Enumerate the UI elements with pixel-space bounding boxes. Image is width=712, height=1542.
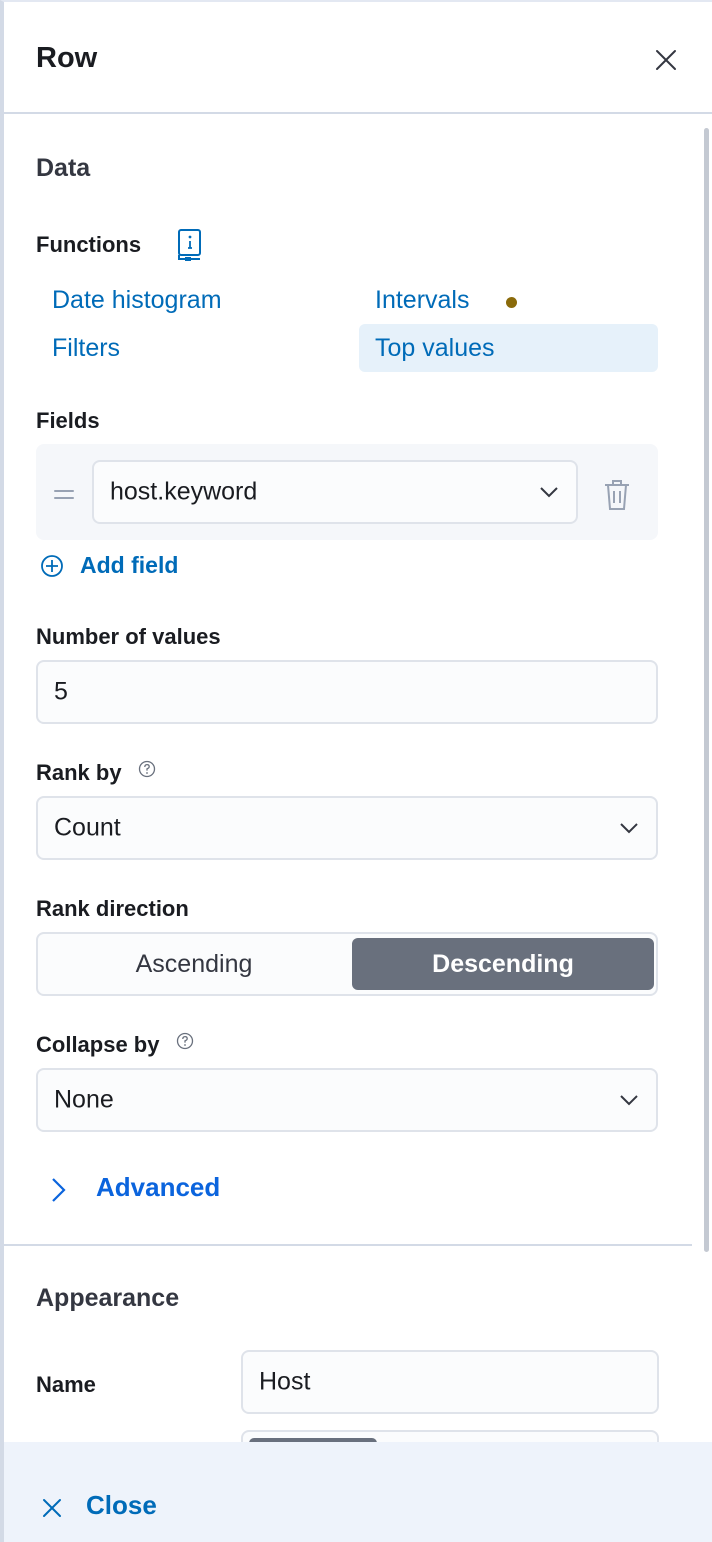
- functions-label: Functions: [36, 232, 142, 257]
- function-top-values[interactable]: Top values: [375, 334, 495, 363]
- flyout-title: Row: [36, 42, 98, 74]
- scrollbar[interactable]: [702, 128, 710, 1252]
- rank-by-select[interactable]: Count: [36, 796, 658, 860]
- number-of-values-value: 5: [54, 677, 68, 706]
- plus-circle-icon: [41, 555, 63, 577]
- chevron-down-icon: [540, 487, 558, 498]
- rank-direction-toggle: Ascending Descending: [36, 932, 658, 996]
- name-label: Name: [36, 1372, 96, 1397]
- scrollbar-thumb[interactable]: [704, 128, 709, 1252]
- number-of-values-input[interactable]: 5: [36, 660, 658, 724]
- row-config-flyout: Row Data Functions Date histogram Interv…: [0, 0, 712, 1542]
- collapse-by-select[interactable]: None: [36, 1068, 658, 1132]
- field-select-value: host.keyword: [110, 477, 258, 506]
- flyout-footer: Close: [4, 1442, 712, 1542]
- close-button-label: Close: [86, 1490, 157, 1520]
- documentation-book-icon[interactable]: [176, 228, 204, 262]
- chevron-down-icon: [620, 823, 638, 834]
- number-of-values-label: Number of values: [36, 624, 221, 649]
- question-help-icon[interactable]: [176, 1032, 194, 1050]
- close-icon: [43, 1499, 61, 1517]
- function-intervals[interactable]: Intervals: [375, 286, 469, 315]
- close-icon[interactable]: [652, 46, 680, 74]
- intervals-status-dot: [506, 297, 517, 308]
- chevron-right-icon: [52, 1178, 66, 1202]
- name-input[interactable]: Host: [241, 1350, 659, 1414]
- rank-by-value: Count: [54, 813, 121, 842]
- question-help-icon[interactable]: [138, 760, 156, 778]
- add-field-label: Add field: [80, 552, 179, 578]
- function-date-histogram[interactable]: Date histogram: [52, 286, 222, 315]
- rank-descending-button[interactable]: Descending: [352, 938, 654, 990]
- trash-icon[interactable]: [602, 478, 632, 512]
- name-value: Host: [259, 1367, 311, 1396]
- section-divider: [4, 1244, 692, 1246]
- appearance-section-heading: Appearance: [36, 1284, 180, 1312]
- function-filters[interactable]: Filters: [52, 334, 120, 363]
- chevron-down-icon: [620, 1095, 638, 1106]
- flyout-header: Row: [4, 2, 712, 114]
- drag-handle-icon[interactable]: [54, 490, 74, 504]
- advanced-label: Advanced: [96, 1172, 221, 1202]
- collapse-by-value: None: [54, 1085, 114, 1114]
- fields-label: Fields: [36, 408, 100, 433]
- rank-by-label: Rank by: [36, 760, 122, 785]
- collapse-by-label: Collapse by: [36, 1032, 160, 1057]
- rank-ascending-button[interactable]: Ascending: [38, 934, 350, 994]
- data-section-heading: Data: [36, 154, 91, 182]
- rank-direction-label: Rank direction: [36, 896, 189, 921]
- field-select[interactable]: host.keyword: [92, 460, 578, 524]
